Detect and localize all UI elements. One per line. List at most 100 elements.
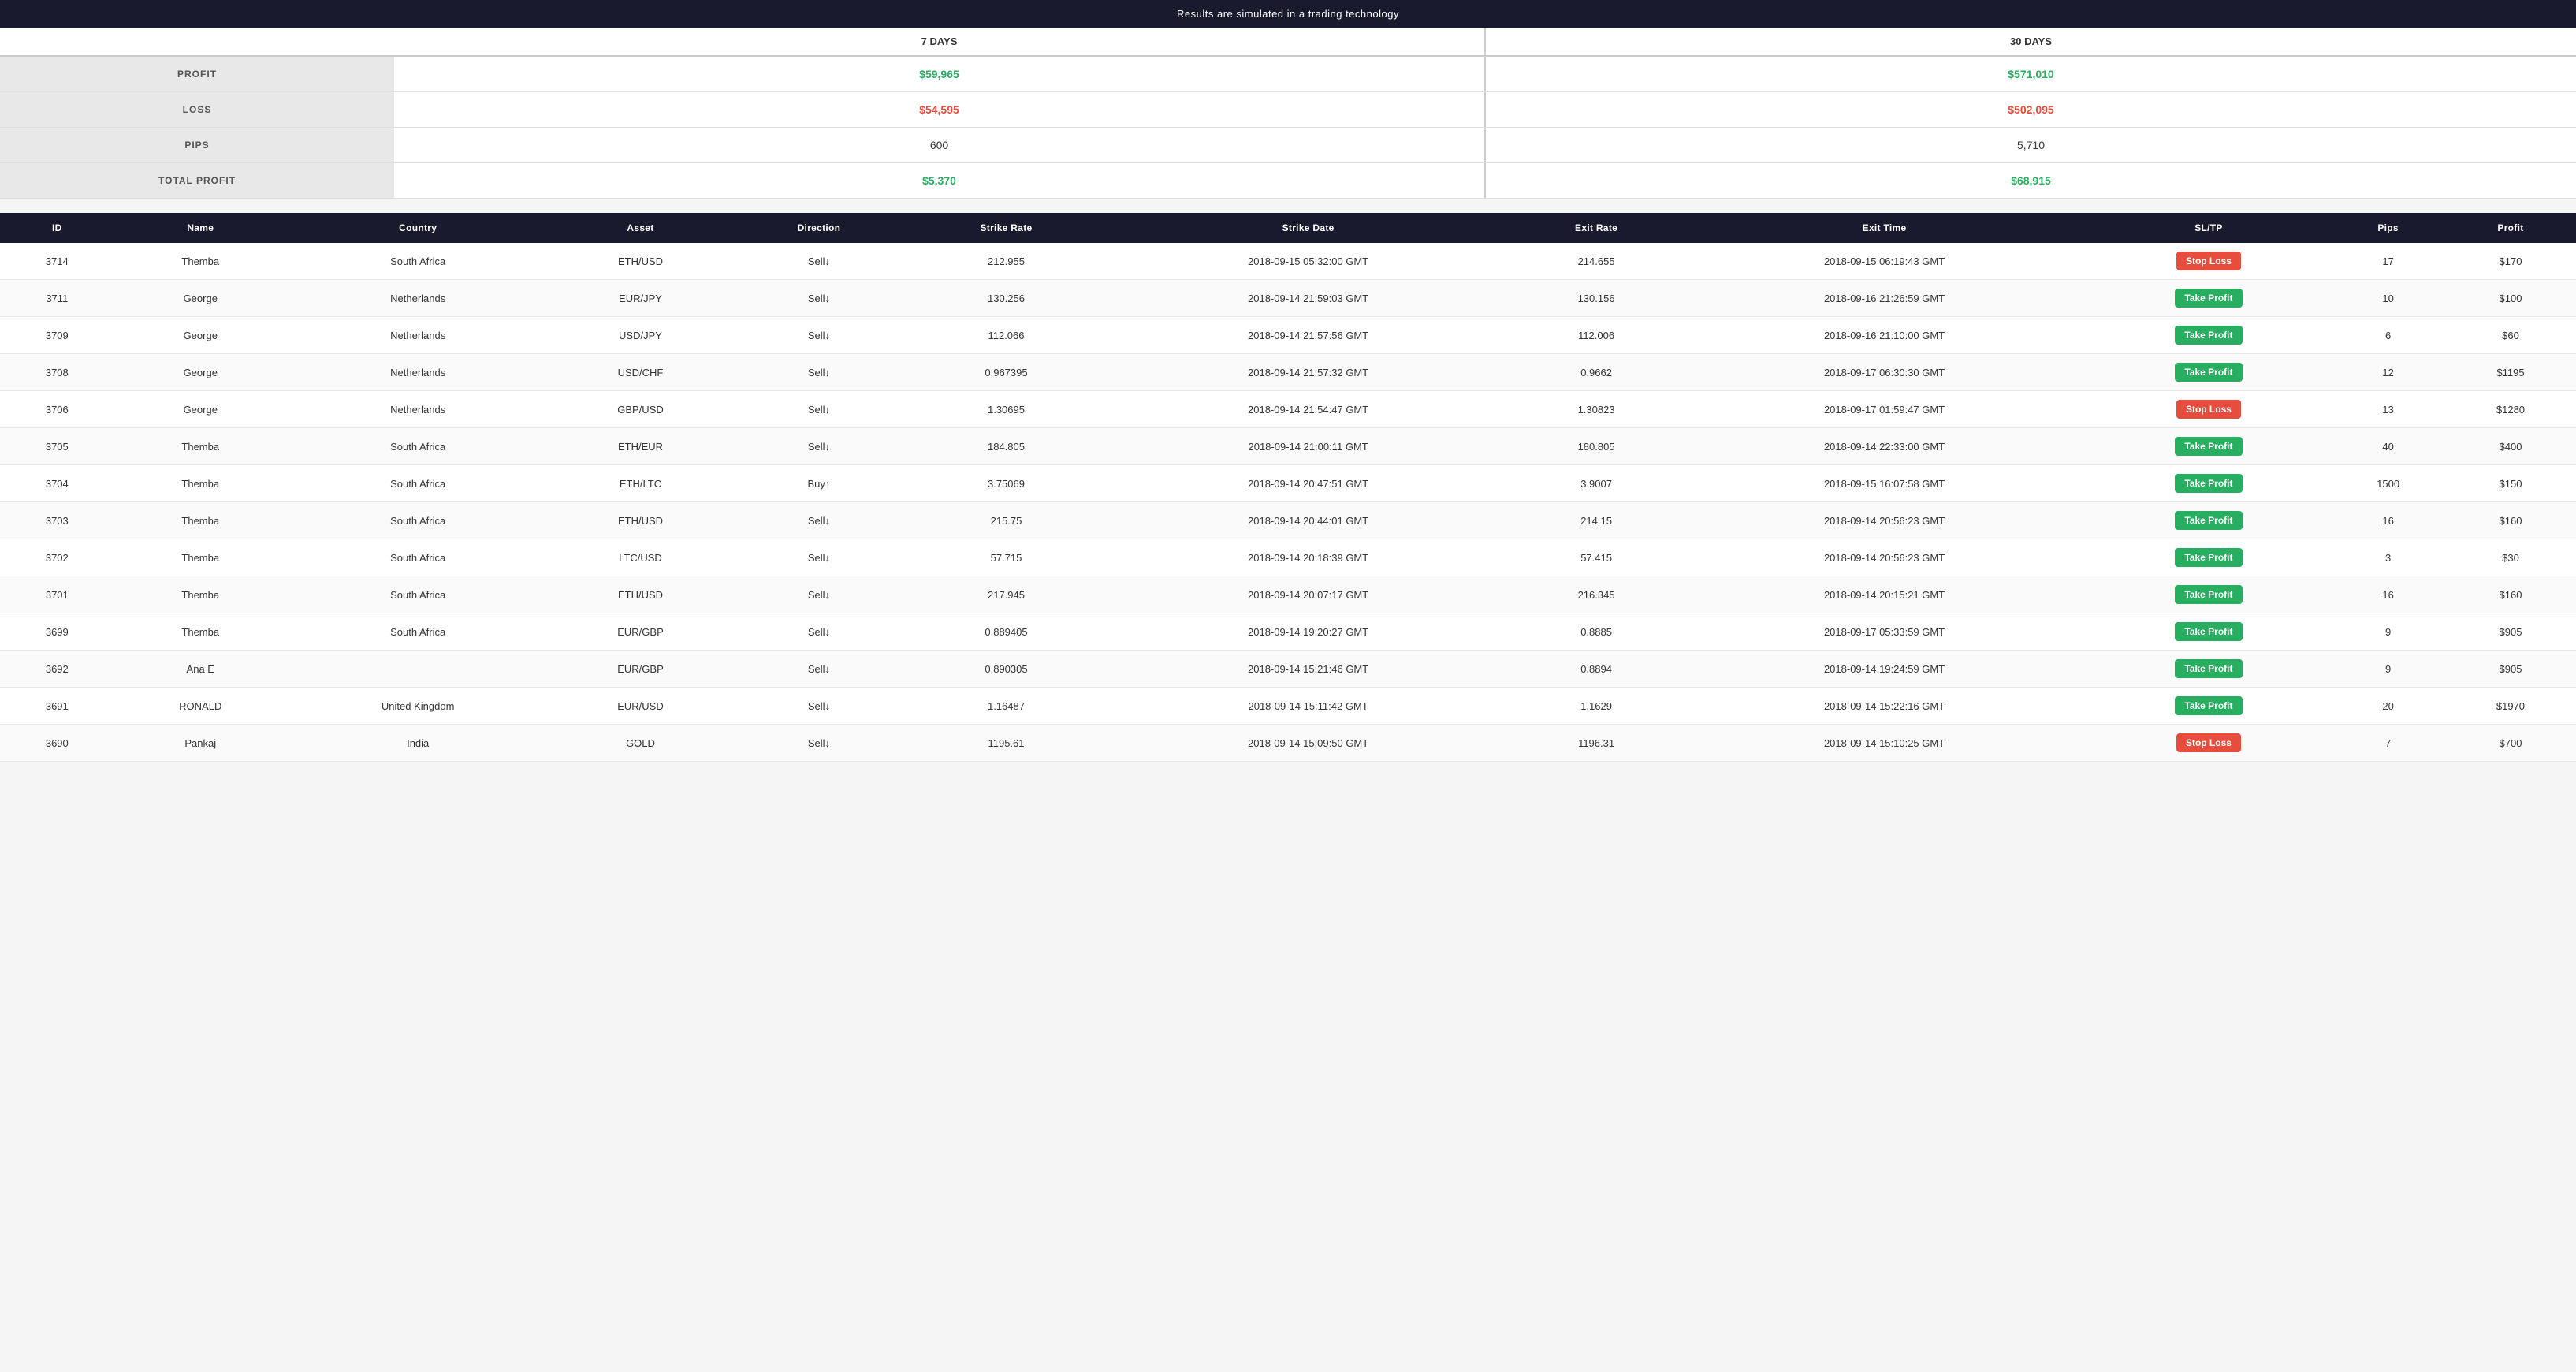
cell-strike-rate: 112.066: [906, 317, 1106, 354]
col-header-exit-rate: Exit Rate: [1510, 213, 1683, 243]
period-headers: 7 DAYS 30 DAYS: [0, 28, 2576, 57]
cell-name: George: [114, 391, 287, 428]
take-profit-button[interactable]: Take Profit: [2175, 511, 2242, 530]
cell-direction: Sell↓: [732, 651, 906, 688]
cell-direction: Sell↓: [732, 613, 906, 651]
cell-exit-time: 2018-09-14 15:22:16 GMT: [1683, 688, 2086, 725]
cell-country: South Africa: [287, 465, 549, 502]
cell-strike-rate: 0.967395: [906, 354, 1106, 391]
cell-strike-date: 2018-09-14 21:54:47 GMT: [1107, 391, 1510, 428]
cell-asset: ETH/EUR: [549, 428, 731, 465]
take-profit-button[interactable]: Take Profit: [2175, 363, 2242, 382]
take-profit-button[interactable]: Take Profit: [2175, 585, 2242, 604]
cell-country: United Kingdom: [287, 688, 549, 725]
summary-section: 7 DAYS 30 DAYS PROFIT$59,965$571,010LOSS…: [0, 28, 2576, 199]
cell-exit-rate: 216.345: [1510, 576, 1683, 613]
summary-30day-val-1: $502,095: [1486, 92, 2576, 127]
cell-sltp: Take Profit: [2086, 317, 2332, 354]
summary-7day-val-1: $54,595: [394, 92, 1486, 127]
take-profit-button[interactable]: Take Profit: [2175, 437, 2242, 456]
cell-name: Ana E: [114, 651, 287, 688]
summary-7day-val-3: $5,370: [394, 163, 1486, 198]
cell-pips: 40: [2331, 428, 2445, 465]
summary-30day-val-2: 5,710: [1486, 128, 2576, 162]
cell-id: 3699: [0, 613, 114, 651]
cell-exit-time: 2018-09-15 16:07:58 GMT: [1683, 465, 2086, 502]
cell-asset: USD/JPY: [549, 317, 731, 354]
take-profit-button[interactable]: Take Profit: [2175, 326, 2242, 345]
take-profit-button[interactable]: Take Profit: [2175, 696, 2242, 715]
summary-rows: PROFIT$59,965$571,010LOSS$54,595$502,095…: [0, 57, 2576, 198]
cell-sltp: Stop Loss: [2086, 725, 2332, 762]
cell-id: 3701: [0, 576, 114, 613]
take-profit-button[interactable]: Take Profit: [2175, 474, 2242, 493]
cell-id: 3703: [0, 502, 114, 539]
col-header-sl-tp: SL/TP: [2086, 213, 2332, 243]
cell-profit: $905: [2445, 613, 2576, 651]
cell-asset: USD/CHF: [549, 354, 731, 391]
cell-exit-time: 2018-09-17 05:33:59 GMT: [1683, 613, 2086, 651]
cell-asset: ETH/USD: [549, 576, 731, 613]
cell-exit-rate: 57.415: [1510, 539, 1683, 576]
cell-pips: 17: [2331, 243, 2445, 280]
cell-strike-rate: 1195.61: [906, 725, 1106, 762]
cell-profit: $30: [2445, 539, 2576, 576]
take-profit-button[interactable]: Take Profit: [2175, 289, 2242, 308]
cell-pips: 3: [2331, 539, 2445, 576]
table-container: IDNameCountryAssetDirectionStrike RateSt…: [0, 213, 2576, 762]
cell-pips: 13: [2331, 391, 2445, 428]
period-spacer: [0, 28, 394, 55]
stop-loss-button[interactable]: Stop Loss: [2176, 252, 2241, 270]
cell-direction: Sell↓: [732, 317, 906, 354]
table-row: 3704ThembaSouth AfricaETH/LTCBuy↑3.75069…: [0, 465, 2576, 502]
summary-label-3: TOTAL PROFIT: [0, 163, 394, 198]
cell-asset: EUR/GBP: [549, 613, 731, 651]
take-profit-button[interactable]: Take Profit: [2175, 622, 2242, 641]
period-30days: 30 DAYS: [1486, 28, 2576, 55]
banner-text: Results are simulated in a trading techn…: [1177, 8, 1399, 20]
table-row: 3708GeorgeNetherlandsUSD/CHFSell↓0.96739…: [0, 354, 2576, 391]
cell-asset: LTC/USD: [549, 539, 731, 576]
table-row: 3714ThembaSouth AfricaETH/USDSell↓212.95…: [0, 243, 2576, 280]
summary-30day-val-3: $68,915: [1486, 163, 2576, 198]
cell-country: Netherlands: [287, 317, 549, 354]
cell-exit-time: 2018-09-14 20:15:21 GMT: [1683, 576, 2086, 613]
col-header-direction: Direction: [732, 213, 906, 243]
cell-id: 3704: [0, 465, 114, 502]
cell-exit-rate: 0.8885: [1510, 613, 1683, 651]
cell-exit-time: 2018-09-14 20:56:23 GMT: [1683, 539, 2086, 576]
cell-strike-rate: 217.945: [906, 576, 1106, 613]
cell-direction: Sell↓: [732, 243, 906, 280]
take-profit-button[interactable]: Take Profit: [2175, 548, 2242, 567]
cell-profit: $160: [2445, 576, 2576, 613]
cell-id: 3706: [0, 391, 114, 428]
cell-direction: Sell↓: [732, 354, 906, 391]
cell-name: Themba: [114, 502, 287, 539]
cell-pips: 20: [2331, 688, 2445, 725]
col-header-profit: Profit: [2445, 213, 2576, 243]
stop-loss-button[interactable]: Stop Loss: [2176, 400, 2241, 419]
cell-name: Themba: [114, 243, 287, 280]
table-row: 3703ThembaSouth AfricaETH/USDSell↓215.75…: [0, 502, 2576, 539]
table-row: 3702ThembaSouth AfricaLTC/USDSell↓57.715…: [0, 539, 2576, 576]
cell-name: George: [114, 317, 287, 354]
take-profit-button[interactable]: Take Profit: [2175, 659, 2242, 678]
summary-row-3: TOTAL PROFIT$5,370$68,915: [0, 163, 2576, 198]
cell-id: 3691: [0, 688, 114, 725]
cell-exit-rate: 180.805: [1510, 428, 1683, 465]
stop-loss-button[interactable]: Stop Loss: [2176, 733, 2241, 752]
cell-strike-rate: 0.890305: [906, 651, 1106, 688]
cell-sltp: Take Profit: [2086, 354, 2332, 391]
cell-strike-date: 2018-09-14 20:18:39 GMT: [1107, 539, 1510, 576]
table-row: 3699ThembaSouth AfricaEUR/GBPSell↓0.8894…: [0, 613, 2576, 651]
cell-id: 3690: [0, 725, 114, 762]
cell-profit: $170: [2445, 243, 2576, 280]
cell-strike-date: 2018-09-14 19:20:27 GMT: [1107, 613, 1510, 651]
cell-strike-date: 2018-09-14 15:09:50 GMT: [1107, 725, 1510, 762]
cell-strike-rate: 130.256: [906, 280, 1106, 317]
cell-direction: Buy↑: [732, 465, 906, 502]
cell-pips: 9: [2331, 613, 2445, 651]
top-banner: Results are simulated in a trading techn…: [0, 0, 2576, 28]
col-header-id: ID: [0, 213, 114, 243]
cell-direction: Sell↓: [732, 280, 906, 317]
